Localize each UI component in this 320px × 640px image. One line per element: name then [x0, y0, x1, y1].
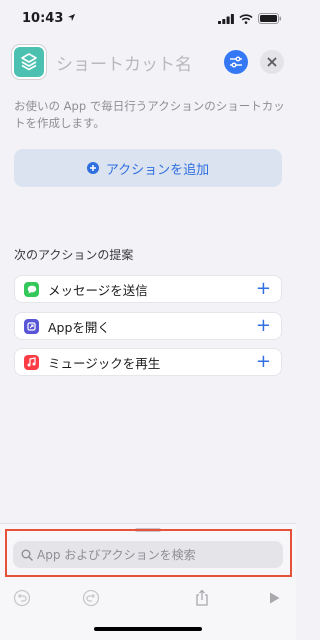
suggestion-play-music[interactable]: ミュージックを再生 +	[14, 348, 282, 376]
suggestion-label: メッセージを送信	[48, 282, 148, 298]
add-suggestion-plus-icon[interactable]: +	[256, 353, 271, 371]
settings-button[interactable]	[224, 50, 248, 74]
redo-icon	[82, 589, 100, 607]
play-icon	[270, 592, 280, 604]
status-icons	[218, 9, 282, 28]
add-action-button[interactable]: アクションを追加	[14, 149, 282, 187]
sliders-icon	[230, 56, 242, 68]
search-icon	[21, 549, 33, 561]
battery-icon	[258, 9, 282, 28]
share-button[interactable]	[192, 587, 212, 609]
shortcut-description: お使いの App で毎日行うアクションのショートカットを作成します。	[14, 99, 285, 130]
share-icon	[196, 589, 208, 606]
panel-grabber-handle[interactable]	[135, 528, 161, 532]
suggestion-send-message[interactable]: メッセージを送信 +	[14, 275, 282, 303]
action-search-panel: App およびアクションを検索	[0, 523, 296, 640]
undo-button[interactable]	[12, 587, 32, 609]
status-bar: 10:43	[0, 0, 296, 36]
redo-button[interactable]	[81, 587, 101, 609]
plus-circle-icon	[86, 162, 99, 174]
location-arrow-icon	[67, 11, 76, 26]
signal-icon	[218, 9, 234, 28]
suggestion-label: Appを開く	[48, 319, 110, 335]
music-icon	[24, 354, 39, 370]
close-icon	[267, 57, 277, 67]
run-button[interactable]	[264, 587, 284, 609]
add-suggestion-plus-icon[interactable]: +	[256, 317, 271, 335]
search-placeholder: App およびアクションを検索	[37, 548, 196, 562]
shortcut-icon[interactable]	[12, 45, 46, 79]
add-action-label: アクションを追加	[105, 162, 210, 178]
suggestions-heading: 次のアクションの提案	[14, 248, 134, 262]
suggestion-label: ミュージックを再生	[48, 355, 161, 371]
suggestion-open-app[interactable]: Appを開く +	[14, 312, 282, 340]
undo-icon	[13, 589, 31, 607]
editor-toolbar	[0, 584, 296, 612]
messages-icon	[24, 281, 39, 297]
close-button[interactable]	[260, 50, 284, 74]
wifi-icon	[239, 9, 253, 28]
status-time-group: 10:43	[22, 11, 76, 26]
add-suggestion-plus-icon[interactable]: +	[256, 280, 271, 298]
editor-header: ショートカット名	[0, 36, 296, 88]
app-open-icon	[24, 318, 39, 334]
home-indicator[interactable]	[94, 627, 202, 631]
search-input[interactable]: App およびアクションを検索	[13, 541, 283, 568]
shortcuts-layers-icon	[21, 53, 37, 71]
shortcut-name-field[interactable]: ショートカット名	[56, 50, 224, 75]
status-time: 10:43	[22, 10, 64, 26]
